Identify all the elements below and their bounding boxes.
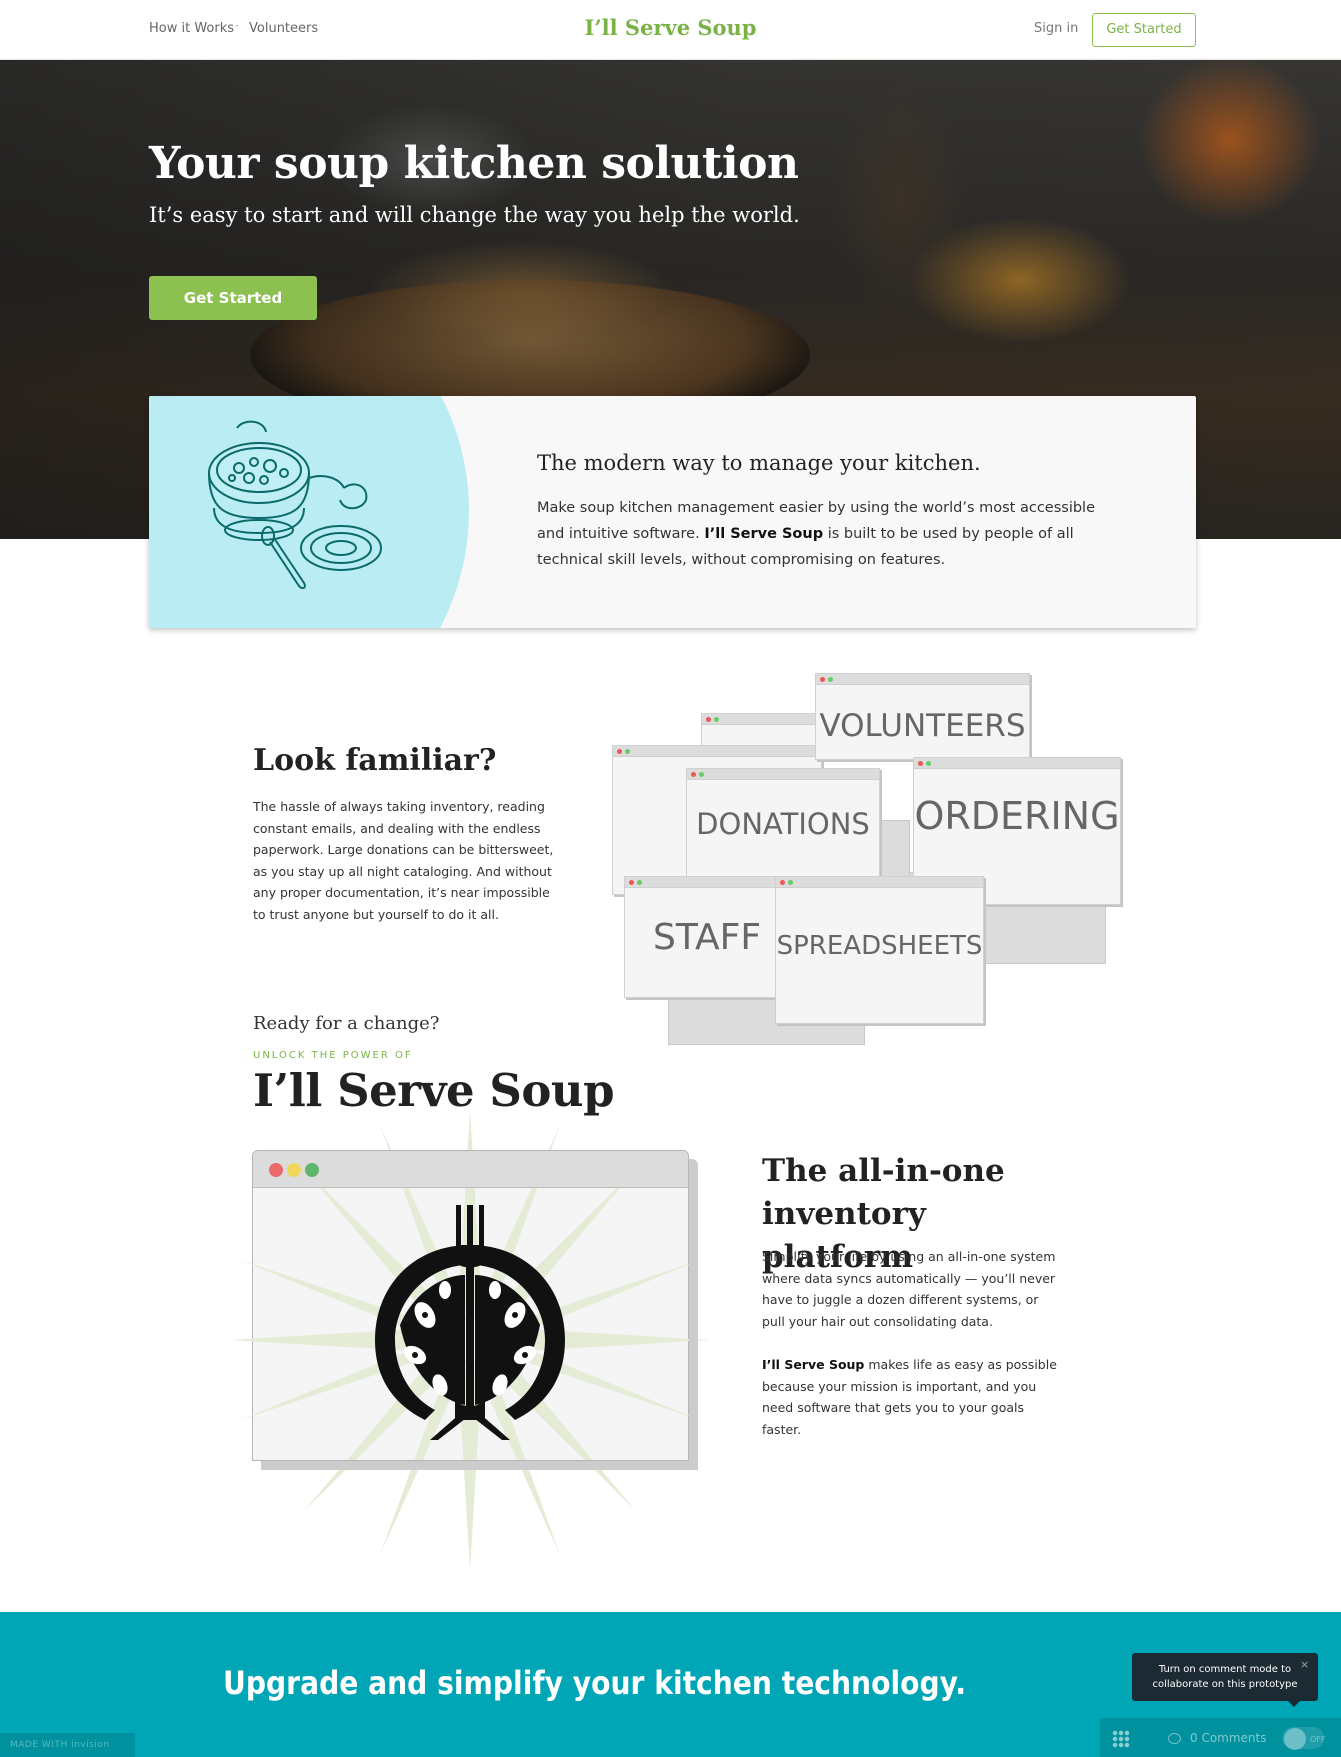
made-with-invision-badge[interactable]: MADE WITH invision — [0, 1733, 135, 1757]
fork-hands-logo-icon — [375, 1205, 565, 1440]
toggle-state-label: OFF — [1310, 1735, 1326, 1744]
comment-mode-tooltip: Turn on comment mode to collaborate on t… — [1132, 1653, 1318, 1707]
window-back — [701, 713, 821, 749]
mockup-close-dot — [269, 1163, 283, 1177]
comment-bubble-icon — [1168, 1733, 1181, 1744]
intro-title: The modern way to manage your kitchen. — [537, 451, 981, 475]
sign-in-link[interactable]: Sign in — [1034, 21, 1078, 36]
platform-text-brand: I’ll Serve Soup — [762, 1357, 865, 1372]
hero-get-started-button[interactable]: Get Started — [149, 276, 317, 320]
mockup-minimize-dot — [287, 1163, 301, 1177]
hero-title: Your soup kitchen solution — [149, 138, 799, 189]
soup-pot-icon — [208, 420, 382, 590]
footer-title: Upgrade and simplify your kitchen techno… — [223, 1664, 967, 1702]
ready-text: Ready for a change? — [253, 1013, 440, 1034]
window-staff: STAFF — [624, 876, 780, 998]
intro-card: The modern way to manage your kitchen. M… — [149, 396, 1196, 628]
platform-text-1: Simplify your life by using an all-in-on… — [762, 1249, 1056, 1329]
intro-text: Make soup kitchen management easier by u… — [537, 495, 1117, 573]
window-staff-label: STAFF — [653, 917, 762, 958]
window-ordering-label: ORDERING — [914, 794, 1120, 838]
mockup-maximize-dot — [305, 1163, 319, 1177]
unlock-eyebrow: UNLOCK THE POWER OF — [253, 1050, 413, 1061]
invision-brand: invision — [71, 1740, 110, 1750]
hero-subtitle: It’s easy to start and will change the w… — [149, 203, 800, 227]
window-spreadsheets-label: SPREADSHEETS — [776, 931, 983, 961]
look-familiar-title: Look familiar? — [253, 743, 497, 778]
made-with-label: MADE WITH — [10, 1740, 68, 1750]
comments-count[interactable]: 0 Comments — [1190, 1731, 1267, 1745]
intro-text-brand: I’ll Serve Soup — [704, 526, 824, 542]
window-volunteers-label: VOLUNTEERS — [819, 708, 1026, 744]
platform-text-2: I’ll Serve Soup makes life as easy as po… — [762, 1354, 1057, 1440]
toggle-knob — [1284, 1728, 1306, 1750]
window-spreadsheets: SPREADSHEETS — [775, 876, 984, 1024]
grid-menu-icon[interactable] — [1112, 1730, 1130, 1748]
nav-get-started-button[interactable]: Get Started — [1092, 13, 1196, 47]
window-volunteers: VOLUNTEERS — [815, 673, 1030, 760]
tooltip-close-icon[interactable]: × — [1300, 1658, 1309, 1671]
window-donations-label: DONATIONS — [696, 807, 870, 841]
look-familiar-text: The hassle of always taking inventory, r… — [253, 799, 554, 922]
